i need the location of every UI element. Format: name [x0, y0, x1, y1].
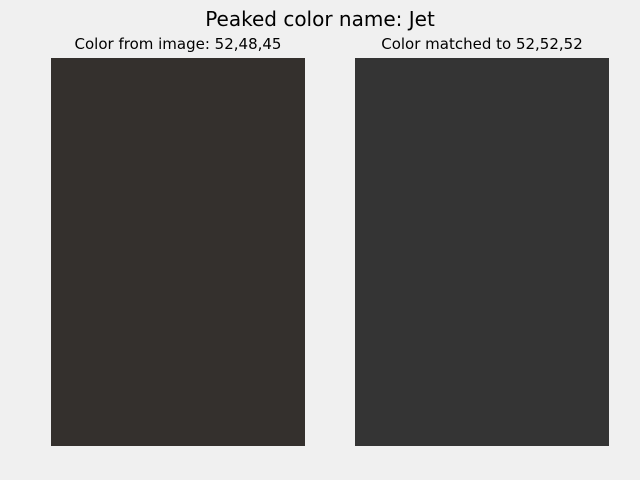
image-color-swatch — [51, 58, 305, 446]
figure-title: Peaked color name: Jet — [205, 7, 435, 31]
left-panel-title: Color from image: 52,48,45 — [74, 35, 282, 53]
matched-color-swatch — [355, 58, 609, 446]
right-panel-title: Color matched to 52,52,52 — [381, 35, 583, 53]
